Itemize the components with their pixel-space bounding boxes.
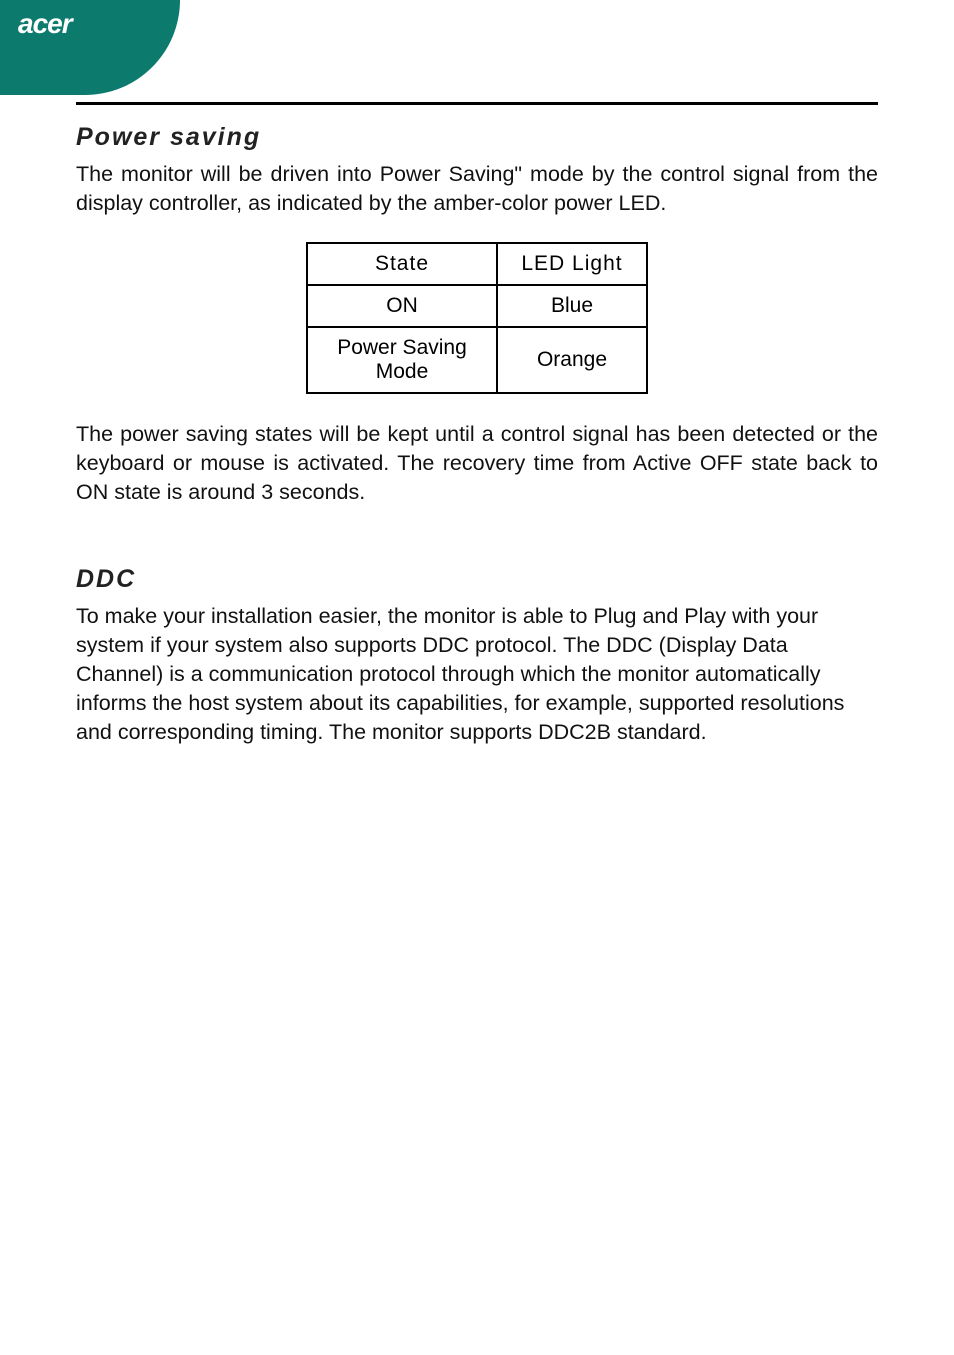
- ddc-heading: DDC: [76, 565, 878, 594]
- power-saving-heading: Power saving: [76, 123, 878, 152]
- table-cell-state: ON: [307, 285, 497, 327]
- brand-logo: acer: [18, 8, 72, 40]
- table-header-row: State LED Light: [307, 243, 647, 285]
- table-row: ON Blue: [307, 285, 647, 327]
- ddc-body: To make your installation easier, the mo…: [76, 602, 878, 747]
- header-corner: acer: [0, 0, 180, 95]
- table-header-state: State: [307, 243, 497, 285]
- table-row: Power Saving Mode Orange: [307, 327, 647, 393]
- power-saving-intro: The monitor will be driven into Power Sa…: [76, 160, 878, 218]
- table-cell-state: Power Saving Mode: [307, 327, 497, 393]
- table-cell-led: Orange: [497, 327, 647, 393]
- state-led-table: State LED Light ON Blue Power Saving Mod…: [306, 242, 648, 394]
- page-content: Power saving The monitor will be driven …: [76, 102, 878, 771]
- power-saving-outro: The power saving states will be kept unt…: [76, 420, 878, 507]
- divider-line: [76, 102, 878, 105]
- table-cell-led: Blue: [497, 285, 647, 327]
- table-header-led: LED Light: [497, 243, 647, 285]
